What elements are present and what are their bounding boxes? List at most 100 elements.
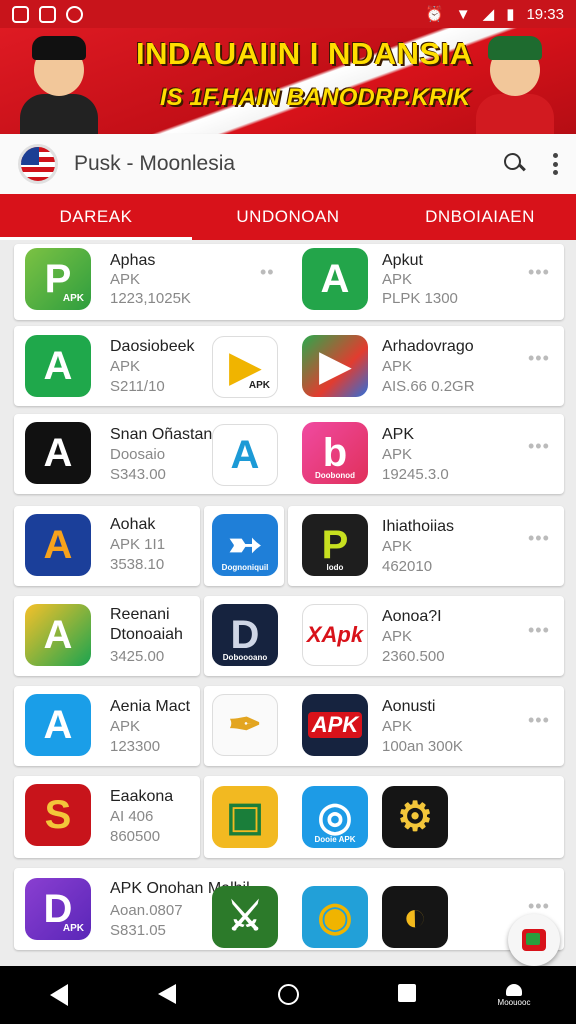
app-size: 860500 [110,828,161,845]
app-size: 3425.00 [110,648,165,665]
app-icon: A [25,514,91,576]
app-type: APK [110,718,141,735]
app-type: APK 1I1 [110,536,166,553]
back-triangle-icon[interactable] [158,984,176,1004]
nav-app-label: Moouooc [497,998,531,1007]
app-icon: D Doboooano [212,604,278,666]
app-list: P APK Aphas APK 1223,1025K •• A Apkut APK… [0,240,576,966]
app-type: Aoan.0807 [110,902,183,919]
app-icon: ◐ [382,886,448,948]
app-icon: Plodo [302,514,368,576]
app-icon: S [25,784,91,846]
app-type: APK [382,628,413,645]
app-type: APK [382,718,413,735]
image-icon [39,5,56,23]
list-item[interactable] [14,326,564,406]
more-icon[interactable]: ••• [528,710,550,731]
app-icon: A [25,694,91,756]
app-type: APK [382,538,413,555]
app-title: Pusk - Moonlesia [74,152,236,175]
app-size: 2360.500 [382,648,445,665]
app-icon: A [212,424,278,486]
tab-dareak[interactable]: DAREAK [0,194,192,240]
app-icon: ◉ [302,886,368,948]
more-icon[interactable]: ••• [528,436,550,457]
app-size: 3538.10 [110,556,165,573]
recents-icon[interactable] [398,984,416,1002]
app-name: Aenia Mact [110,698,191,715]
search-icon[interactable] [504,153,526,175]
app-type: APK [110,271,141,288]
app-name: Daosiobeek [110,338,195,355]
app-icon: ▶ [302,335,368,397]
floating-app-button[interactable] [508,914,560,966]
more-icon[interactable]: ••• [528,262,550,283]
more-icon[interactable]: •• [260,262,275,283]
app-name: Snan Oñastane [110,426,222,443]
more-icon[interactable]: ••• [528,348,550,369]
app-size: 100an 300K [382,738,463,755]
banner-title: INDAUAIIN I NDANSIA [136,36,473,71]
app-icon: ◎ Dooie APK [302,786,368,848]
app-icon: b Doobonod [302,422,368,484]
app-name: Reenani [110,606,170,623]
mosque-icon [506,984,522,996]
app-name: Aphas [110,252,156,269]
app-size: AIS.66 0.2GR [382,378,475,395]
alarm-icon: ⏰ [425,6,444,23]
app-name: Arhadovrago [382,338,474,355]
list-item[interactable] [14,244,564,320]
app-size: S343.00 [110,466,166,483]
character-right-image [466,24,562,134]
more-icon[interactable]: ••• [528,528,550,549]
wifi-icon: ▼ [455,5,471,23]
app-icon: ⚔ [212,886,278,948]
app-size: 1223,1025K [110,290,191,307]
more-icon[interactable]: ••• [528,620,550,641]
sd-card-icon [12,5,29,23]
app-icon: A [302,248,368,310]
app-name: APK [382,426,415,443]
app-icon: A [25,422,91,484]
app-icon: ⚙ [382,786,448,848]
app-name: Eaakona [110,788,174,805]
app-size: 123300 [110,738,161,755]
app-type: AI 406 [110,808,154,825]
character-left-image [10,24,106,134]
back-icon[interactable] [50,984,68,1006]
app-size: 462010 [382,558,433,575]
app-icon: A [25,335,91,397]
list-item[interactable] [14,868,564,950]
battery-icon: ▮ [506,6,515,23]
app-icon: ▶ APK [212,336,278,398]
app-type: Doosaio [110,446,166,463]
app-name: Aonoa?I [382,608,442,625]
app-icon: ▣ [212,786,278,848]
tab-undonoan[interactable]: UNDONOAN [192,194,384,240]
app-size: PLPK 1300 [382,290,458,307]
signal-icon: ◢ [482,6,495,23]
app-subname: Dtonoaiah [110,626,183,643]
app-type: APK [382,446,413,463]
app-type: APK [110,358,141,375]
app-icon: APK [302,694,368,756]
more-vert-icon[interactable] [552,153,558,175]
app-icon: P APK [25,248,91,310]
list-item[interactable] [14,414,564,494]
app-icon: D APK [25,878,91,940]
nav-app-shortcut[interactable]: Moouooc [492,984,536,1007]
app-bar: Pusk - Moonlesia [0,134,576,194]
whatsapp-icon [66,5,83,23]
app-size: 19245.3.0 [382,466,449,483]
tab-dnboiaiaen[interactable]: DNBOIAIAEN [384,194,576,240]
home-icon[interactable] [278,984,299,1005]
app-type: APK [382,358,413,375]
status-bar: ⏰ ▼ ◢ ▮ 19:33 [0,0,576,28]
app-icon: ➳ Dognoniquil [212,514,278,576]
navigation-bar: Moouooc [0,966,576,1024]
app-name: Aonusti [382,698,436,715]
app-icon: ✒ [212,694,278,756]
app-name: Ihiathoiias [382,518,455,535]
app-type: APK [382,271,413,288]
flag-icon[interactable] [18,144,58,184]
